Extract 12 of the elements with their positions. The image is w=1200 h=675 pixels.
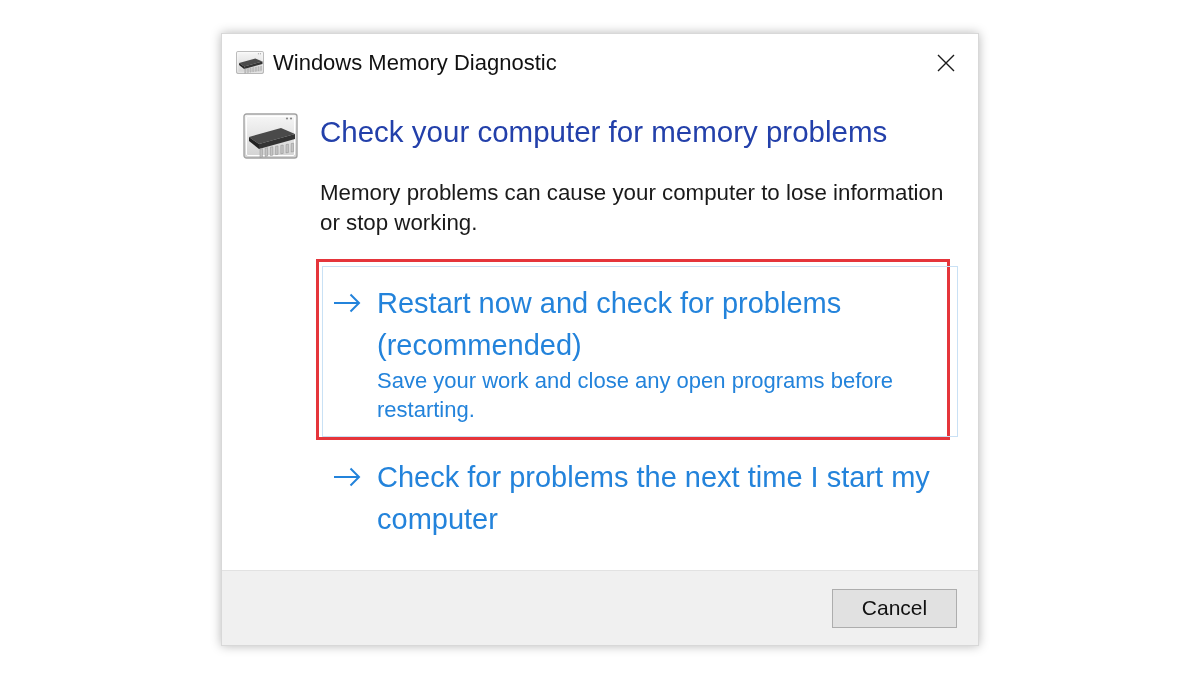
window-title: Windows Memory Diagnostic [273,49,558,76]
memory-chip-icon [243,113,298,159]
arrow-icon [333,467,361,487]
memory-chip-icon [236,51,264,74]
close-icon [937,53,955,72]
command-link[interactable]: Restart now and check for problems (recommended) Save your work and close any open programs before restarting. [322,266,958,437]
main-heading: Check your computer for memory problems [320,115,889,149]
note-text: Save your work and close any open programs before restarting. [377,367,895,424]
command-link[interactable]: Check for problems the next time I start my computer [322,440,958,553]
cancel-button[interactable]: Cancel [832,588,957,628]
description-text: Memory problems can cause your computer to lose information or stop working. [320,179,945,237]
arrow-icon [333,293,361,313]
